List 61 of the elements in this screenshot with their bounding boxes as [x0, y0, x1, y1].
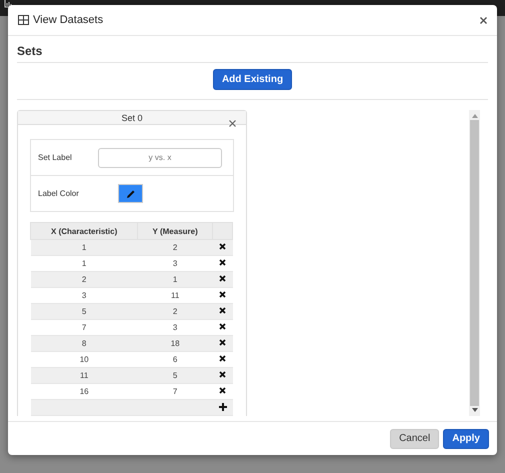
set-title: Set 0	[121, 112, 142, 123]
table-cell: 1	[138, 272, 212, 288]
delete-row-button[interactable]	[219, 275, 226, 282]
delete-row-button[interactable]	[219, 307, 226, 314]
table-cell: 5	[30, 304, 138, 320]
delete-icon	[219, 355, 226, 362]
close-icon	[480, 16, 487, 24]
table-cell: 2	[30, 272, 138, 288]
table-cell: 1	[30, 240, 138, 256]
column-header: Y (Measure)	[138, 222, 212, 240]
scrollbar[interactable]	[469, 110, 480, 416]
table-cell: 7	[30, 320, 138, 336]
table-cell: 10	[30, 352, 138, 368]
delete-icon	[219, 259, 226, 266]
close-icon	[229, 120, 236, 128]
table-cell: 2	[138, 304, 212, 320]
table-icon	[18, 15, 29, 26]
delete-row-button[interactable]	[219, 339, 226, 346]
cancel-button[interactable]: Cancel	[390, 428, 440, 449]
delete-icon	[219, 307, 226, 314]
field-label: Label Color	[38, 189, 80, 198]
close-button[interactable]	[480, 16, 487, 24]
table-cell: 5	[138, 368, 212, 384]
delete-icon	[219, 243, 226, 250]
table-cell: 1	[30, 256, 138, 272]
table-cell: 3	[138, 256, 212, 272]
table-cell: 3	[138, 320, 212, 336]
delete-row-button[interactable]	[219, 243, 226, 250]
table-cell: 11	[138, 288, 212, 304]
field-label: Set Label	[38, 153, 73, 162]
delete-row-button[interactable]	[219, 387, 226, 394]
table-cell: 3	[30, 288, 138, 304]
table-cell: 8	[30, 336, 138, 352]
table-cell: 7	[138, 384, 212, 400]
delete-icon	[219, 371, 226, 378]
table-cell: 6	[138, 352, 212, 368]
delete-row-button[interactable]	[219, 371, 226, 378]
close-button[interactable]	[229, 120, 236, 128]
add-existing-button[interactable]: Add Existing	[212, 69, 292, 90]
delete-row-button[interactable]	[219, 355, 226, 362]
section-title: Sets	[17, 44, 488, 64]
column-header: X (Characteristic)	[30, 222, 138, 240]
delete-icon	[219, 387, 226, 394]
apply-button[interactable]: Apply	[443, 428, 489, 449]
color-picker-button[interactable]	[118, 184, 143, 204]
delete-row-button[interactable]	[219, 291, 226, 298]
delete-row-button[interactable]	[219, 259, 226, 266]
add-row-button[interactable]	[218, 402, 226, 411]
table-cell: 16	[30, 384, 138, 400]
delete-icon	[219, 291, 226, 298]
plus-icon	[218, 402, 226, 411]
delete-icon	[219, 339, 226, 346]
delete-icon	[219, 323, 226, 330]
delete-icon	[219, 275, 226, 282]
table-cell: 18	[138, 336, 212, 352]
dialog-title: View Datasets	[33, 14, 104, 26]
pencil-icon	[126, 188, 136, 199]
delete-row-button[interactable]	[219, 323, 226, 330]
table-cell: 2	[138, 240, 212, 256]
table-cell: 11	[30, 368, 138, 384]
set-label-field[interactable]: y vs. x	[98, 148, 222, 168]
